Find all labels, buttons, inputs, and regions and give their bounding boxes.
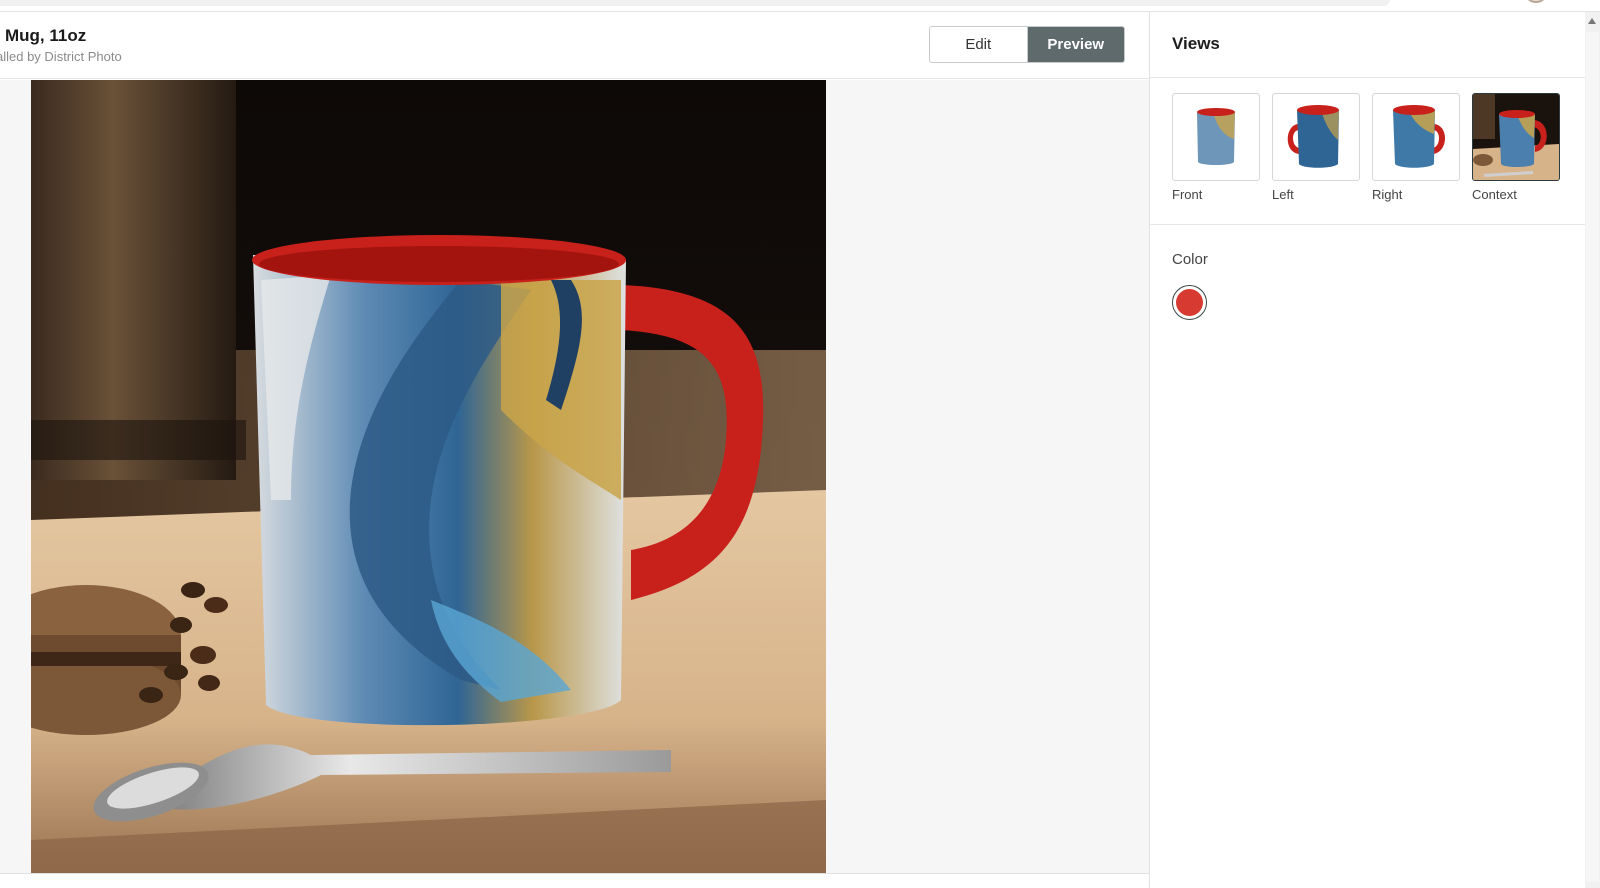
view-label-front: Front: [1172, 187, 1203, 202]
views-title: Views: [1172, 34, 1220, 53]
page-scrollbar[interactable]: [1585, 12, 1600, 888]
profile-avatar[interactable]: [1527, 0, 1545, 3]
thumbnail-left[interactable]: [1272, 93, 1360, 181]
thumbnail-context[interactable]: [1472, 93, 1560, 181]
preview-button[interactable]: Preview: [1027, 27, 1124, 62]
scroll-up-arrow-icon[interactable]: [1588, 18, 1596, 24]
view-front[interactable]: Front: [1172, 93, 1260, 202]
canvas-footer: [0, 873, 1149, 888]
preview-canvas: [0, 80, 1149, 874]
edit-preview-toggle: Edit Preview: [929, 26, 1125, 63]
editor-header: Mug, 11oz alled by District Photo Edit P…: [0, 12, 1149, 79]
view-label-context: Context: [1472, 187, 1517, 202]
scrollbar-track[interactable]: [1586, 32, 1599, 882]
browser-top-strip: [0, 0, 1600, 12]
color-swatch-red[interactable]: [1172, 285, 1207, 320]
view-label-right: Right: [1372, 187, 1403, 202]
view-thumbnails: Front Left Right Context: [1150, 78, 1585, 225]
thumbnail-front[interactable]: [1172, 93, 1260, 181]
color-title: Color: [1172, 251, 1208, 268]
views-panel-header: Views: [1150, 12, 1585, 78]
view-left[interactable]: Left: [1272, 93, 1360, 202]
fulfilled-by-text: alled by District Photo: [0, 49, 122, 64]
view-right[interactable]: Right: [1372, 93, 1460, 202]
view-context[interactable]: Context: [1472, 93, 1560, 202]
mug-context-photo: [31, 80, 826, 873]
color-swatch-fill: [1176, 289, 1203, 316]
view-label-left: Left: [1272, 187, 1294, 202]
address-bar-edge: [0, 0, 1390, 6]
thumbnail-right[interactable]: [1372, 93, 1460, 181]
views-panel: Views Front Left Right Context Color: [1149, 12, 1585, 888]
edit-button[interactable]: Edit: [930, 27, 1028, 62]
product-title: Mug, 11oz: [5, 26, 87, 45]
